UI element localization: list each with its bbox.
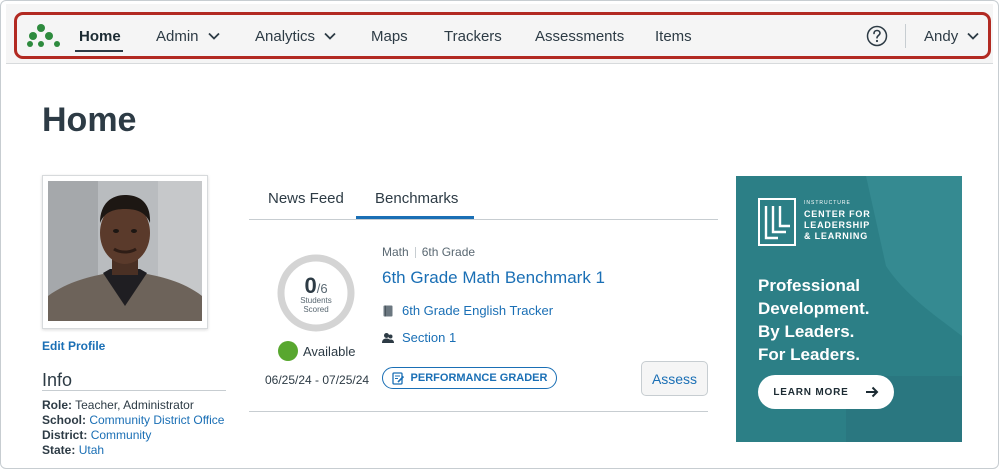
cll-logo-icon xyxy=(758,198,796,246)
page-title: Home xyxy=(42,101,137,139)
status-indicator xyxy=(278,341,298,361)
nav-trackers[interactable]: Trackers xyxy=(444,26,502,46)
promo-brand-text: INSTRUCTURE CENTER FOR LEADERSHIP & LEAR… xyxy=(804,198,871,242)
date-range: 06/25/24 - 07/25/24 xyxy=(265,373,370,387)
info-divider xyxy=(42,390,226,391)
meta-divider xyxy=(414,246,416,258)
profile-info: Role: Teacher, Administrator School: Com… xyxy=(42,398,224,458)
promo-brand-small: INSTRUCTURE xyxy=(804,200,851,206)
state-link[interactable]: Utah xyxy=(79,443,104,457)
avatar xyxy=(48,181,202,321)
app-frame: Home Admin Analytics Maps Trackers Asses… xyxy=(0,0,999,469)
performance-grader-button[interactable]: PERFORMANCE GRADER xyxy=(382,367,557,389)
promo-brand-line1: CENTER FOR xyxy=(804,209,871,219)
benchmark-title-link[interactable]: 6th Grade Math Benchmark 1 xyxy=(382,268,605,288)
section-label: Section 1 xyxy=(402,330,457,345)
school-label: School: xyxy=(42,413,86,427)
district-link[interactable]: Community xyxy=(91,428,152,442)
user-menu[interactable]: Andy xyxy=(924,26,980,46)
chevron-down-icon xyxy=(967,32,979,40)
promo-headline-line4: For Leaders. xyxy=(758,345,861,364)
card-divider xyxy=(249,411,708,412)
section-link[interactable]: Section 1 xyxy=(382,330,456,345)
status-text: Available xyxy=(303,344,356,359)
help-icon[interactable] xyxy=(866,25,888,47)
user-name: Andy xyxy=(924,27,959,45)
promo-banner[interactable]: INSTRUCTURE CENTER FOR LEADERSHIP & LEAR… xyxy=(736,176,962,442)
nav-assessments-label: Assessments xyxy=(535,27,625,45)
feed-tabs: News Feed Benchmarks xyxy=(249,184,718,220)
chevron-down-icon xyxy=(207,32,220,40)
role-value: Teacher, Administrator xyxy=(75,398,194,412)
promo-headline-line1: Professional xyxy=(758,276,861,295)
edit-profile-link[interactable]: Edit Profile xyxy=(42,339,105,353)
nav-admin[interactable]: Admin xyxy=(156,26,221,46)
district-row: District: Community xyxy=(42,428,224,443)
role-label: Role: xyxy=(42,398,72,412)
learn-more-button[interactable]: LEARN MORE xyxy=(758,375,894,409)
school-link[interactable]: Community District Office xyxy=(89,413,224,427)
tab-active-underline xyxy=(356,216,474,219)
edit-document-icon xyxy=(391,371,404,385)
scored-label-line1: Students xyxy=(300,296,332,305)
tracker-label: 6th Grade English Tracker xyxy=(402,303,554,318)
chevron-down-icon xyxy=(324,32,336,40)
nav-home[interactable]: Home xyxy=(79,26,121,46)
scored-label: Students Scored xyxy=(276,296,356,314)
state-row: State: Utah xyxy=(42,443,224,458)
performance-grader-label: PERFORMANCE GRADER xyxy=(410,372,548,384)
profile-photo xyxy=(42,175,208,329)
school-row: School: Community District Office xyxy=(42,413,224,428)
promo-headline: Professional Development. By Leaders. Fo… xyxy=(758,274,869,366)
learn-more-label: LEARN MORE xyxy=(773,386,849,398)
benchmark-meta: Math 6th Grade xyxy=(382,245,475,259)
nav-assessments[interactable]: Assessments xyxy=(535,26,624,46)
tab-news-feed[interactable]: News Feed xyxy=(268,190,344,207)
book-icon xyxy=(383,305,393,316)
nav-analytics-label: Analytics xyxy=(255,27,316,45)
info-heading: Info xyxy=(42,370,73,390)
promo-brand-line2: LEADERSHIP xyxy=(804,220,871,230)
state-label: State: xyxy=(42,443,76,457)
nav-maps[interactable]: Maps xyxy=(371,26,408,46)
tracker-link[interactable]: 6th Grade English Tracker xyxy=(382,303,553,318)
scored-label-line2: Scored xyxy=(303,305,329,314)
nav-items[interactable]: Items xyxy=(655,26,692,46)
tab-benchmarks[interactable]: Benchmarks xyxy=(375,190,458,207)
district-label: District: xyxy=(42,428,88,442)
subject-label: Math xyxy=(382,245,409,259)
scored-value: 0 xyxy=(304,273,317,298)
nav-items-label: Items xyxy=(655,27,692,45)
assess-button[interactable]: Assess xyxy=(641,361,708,396)
nav-active-underline xyxy=(75,50,123,52)
arrow-right-icon xyxy=(865,386,879,398)
users-icon xyxy=(382,332,394,343)
nav-home-label: Home xyxy=(79,27,121,45)
promo-brand-line3: & LEARNING xyxy=(804,231,868,241)
role-row: Role: Teacher, Administrator xyxy=(42,398,224,413)
nav-analytics[interactable]: Analytics xyxy=(255,26,337,46)
nav-separator xyxy=(905,24,906,48)
nav-admin-label: Admin xyxy=(156,27,199,45)
nav-trackers-label: Trackers xyxy=(444,27,502,45)
promo-headline-line3: By Leaders. xyxy=(758,322,855,341)
total-value: /6 xyxy=(316,281,328,296)
grade-label: 6th Grade xyxy=(421,245,476,259)
promo-headline-line2: Development. xyxy=(758,299,870,318)
mastery-logo-icon[interactable] xyxy=(27,23,61,47)
promo-brand: INSTRUCTURE CENTER FOR LEADERSHIP & LEAR… xyxy=(758,198,871,246)
nav-maps-label: Maps xyxy=(371,27,408,45)
